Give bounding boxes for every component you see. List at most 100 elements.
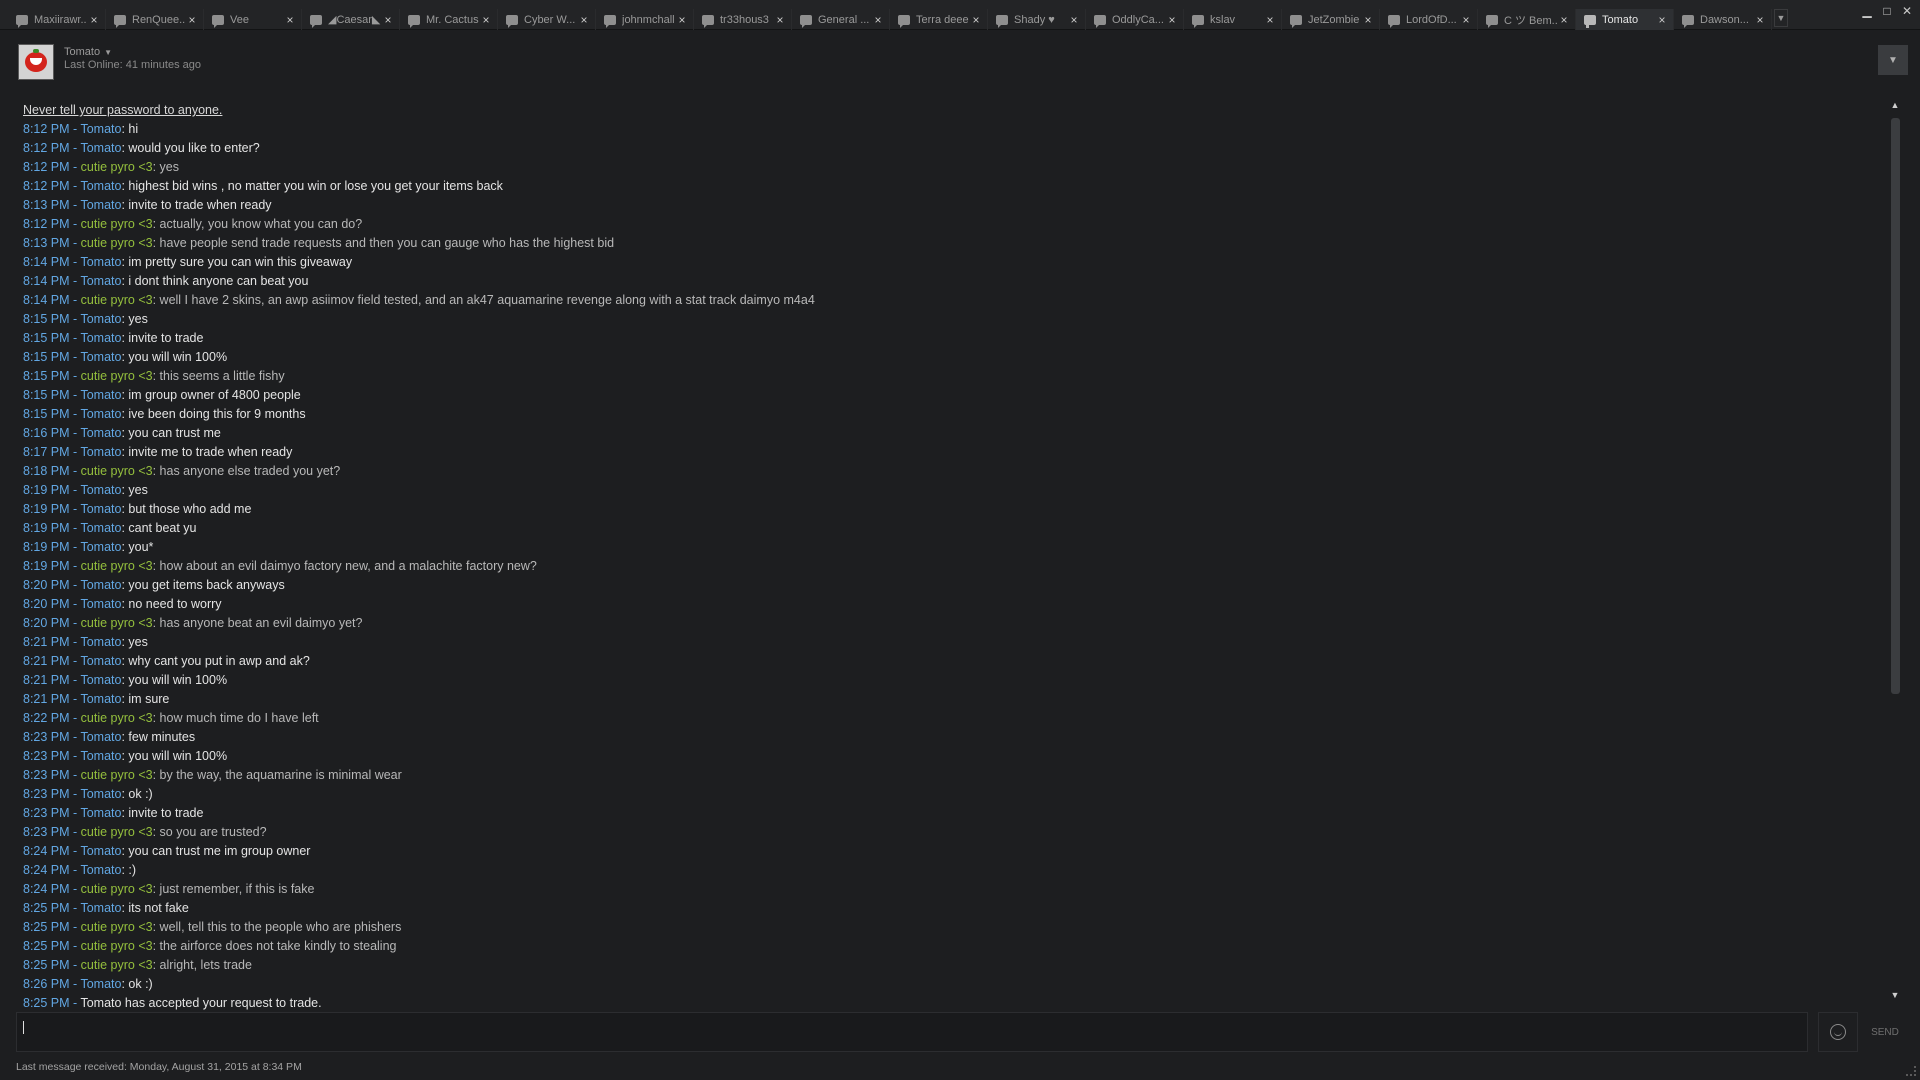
close-tab-icon[interactable]: × bbox=[871, 13, 885, 27]
close-tab-icon[interactable]: × bbox=[1459, 13, 1473, 27]
chat-message: 8:12 PM - cutie pyro <3: yes bbox=[23, 158, 1883, 177]
tab-14[interactable]: LordOfD... × bbox=[1380, 9, 1478, 30]
message-sender[interactable]: cutie pyro <3 bbox=[81, 882, 153, 896]
close-tab-icon[interactable]: × bbox=[1165, 13, 1179, 27]
message-sender[interactable]: Tomato bbox=[80, 274, 121, 288]
tab-16[interactable]: Tomato × bbox=[1576, 9, 1674, 30]
tab-9[interactable]: Terra deeer × bbox=[890, 9, 988, 30]
message-sender[interactable]: Tomato bbox=[80, 692, 121, 706]
message-sender[interactable]: Tomato bbox=[80, 521, 121, 535]
message-sender[interactable]: Tomato bbox=[80, 388, 121, 402]
message-sender[interactable]: cutie pyro <3 bbox=[81, 825, 153, 839]
message-sender[interactable]: Tomato bbox=[80, 977, 121, 991]
message-sender[interactable]: Tomato bbox=[80, 141, 121, 155]
message-sender[interactable]: cutie pyro <3 bbox=[81, 958, 153, 972]
message-sender[interactable]: Tomato bbox=[80, 445, 121, 459]
tab-4[interactable]: Mr. Cactus × bbox=[400, 9, 498, 30]
close-tab-icon[interactable]: × bbox=[87, 13, 101, 27]
tab-6[interactable]: johnmchall × bbox=[596, 9, 694, 30]
message-sender[interactable]: Tomato bbox=[80, 901, 121, 915]
message-sender[interactable]: cutie pyro <3 bbox=[81, 768, 153, 782]
message-sender[interactable]: cutie pyro <3 bbox=[81, 236, 153, 250]
close-tab-icon[interactable]: × bbox=[1263, 13, 1277, 27]
tab-12[interactable]: kslav × bbox=[1184, 9, 1282, 30]
close-tab-icon[interactable]: × bbox=[185, 13, 199, 27]
close-tab-icon[interactable]: × bbox=[1753, 13, 1767, 27]
friend-name-dropdown[interactable]: Tomato ▼ bbox=[64, 46, 201, 58]
send-button[interactable]: SEND bbox=[1862, 1012, 1908, 1052]
close-tab-icon[interactable]: × bbox=[381, 13, 395, 27]
close-tab-icon[interactable]: × bbox=[1067, 13, 1081, 27]
message-sender[interactable]: Tomato bbox=[80, 673, 121, 687]
message-sender[interactable]: cutie pyro <3 bbox=[81, 939, 153, 953]
message-sender[interactable]: Tomato bbox=[80, 502, 121, 516]
message-sender[interactable]: Tomato bbox=[80, 749, 121, 763]
message-sender[interactable]: Tomato bbox=[80, 597, 121, 611]
resize-grip-icon[interactable] bbox=[1906, 1066, 1916, 1076]
close-tab-icon[interactable]: × bbox=[1557, 13, 1571, 27]
close-tab-icon[interactable]: × bbox=[1655, 13, 1669, 27]
message-sender[interactable]: Tomato bbox=[80, 122, 121, 136]
message-sender[interactable]: cutie pyro <3 bbox=[81, 160, 153, 174]
tab-5[interactable]: Cyber W... × bbox=[498, 9, 596, 30]
message-sender[interactable]: Tomato bbox=[80, 198, 121, 212]
message-sender[interactable]: cutie pyro <3 bbox=[81, 369, 153, 383]
message-sender[interactable]: Tomato bbox=[80, 331, 121, 345]
message-sender[interactable]: cutie pyro <3 bbox=[81, 920, 153, 934]
close-tab-icon[interactable]: × bbox=[773, 13, 787, 27]
message-input[interactable] bbox=[16, 1012, 1808, 1052]
emoticon-button[interactable] bbox=[1818, 1012, 1858, 1052]
message-sender[interactable]: Tomato bbox=[80, 635, 121, 649]
chat-bubble-icon bbox=[702, 14, 714, 28]
message-sender[interactable]: Tomato bbox=[80, 407, 121, 421]
message-sender[interactable]: cutie pyro <3 bbox=[81, 616, 153, 630]
message-sender[interactable]: Tomato bbox=[80, 312, 121, 326]
tab-15[interactable]: C ツ Bem... × bbox=[1478, 9, 1576, 30]
tab-13[interactable]: JetZombie × bbox=[1282, 9, 1380, 30]
close-tab-icon[interactable]: × bbox=[479, 13, 493, 27]
message-sender[interactable]: cutie pyro <3 bbox=[81, 293, 153, 307]
message-sender[interactable]: Tomato bbox=[80, 540, 121, 554]
close-tab-icon[interactable]: × bbox=[969, 13, 983, 27]
message-sender[interactable]: Tomato bbox=[80, 787, 121, 801]
close-tab-icon[interactable]: × bbox=[1361, 13, 1375, 27]
avatar[interactable] bbox=[18, 44, 54, 80]
message-sender[interactable]: cutie pyro <3 bbox=[81, 711, 153, 725]
tab-11[interactable]: OddlyCa... × bbox=[1086, 9, 1184, 30]
close-window-icon[interactable]: ✕ bbox=[1902, 4, 1912, 18]
maximize-icon[interactable]: □ bbox=[1882, 4, 1892, 18]
close-tab-icon[interactable]: × bbox=[577, 13, 591, 27]
close-tab-icon[interactable]: × bbox=[283, 13, 297, 27]
scroll-up-icon[interactable]: ▲ bbox=[1888, 98, 1902, 112]
message-sender[interactable]: Tomato bbox=[80, 578, 121, 592]
tab-8[interactable]: General ... × bbox=[792, 9, 890, 30]
scroll-down-icon[interactable]: ▼ bbox=[1888, 988, 1902, 1002]
tab-17[interactable]: Dawson... × bbox=[1674, 9, 1772, 30]
minimize-icon[interactable]: ▁ bbox=[1862, 4, 1872, 18]
tab-overflow-dropdown-icon[interactable]: ▼ bbox=[1774, 9, 1788, 27]
message-sender[interactable]: cutie pyro <3 bbox=[81, 559, 153, 573]
message-sender[interactable]: Tomato bbox=[80, 806, 121, 820]
message-sender[interactable]: Tomato bbox=[80, 483, 121, 497]
message-sender[interactable]: Tomato bbox=[80, 426, 121, 440]
chat-scrollbar[interactable]: ▲ ▼ bbox=[1888, 98, 1902, 1002]
message-sender[interactable]: Tomato bbox=[80, 350, 121, 364]
message-sender[interactable]: Tomato bbox=[80, 179, 121, 193]
tab-10[interactable]: Shady ♥ × bbox=[988, 9, 1086, 30]
header-menu-button[interactable]: ▼ bbox=[1878, 45, 1908, 75]
message-sender[interactable]: Tomato bbox=[80, 863, 121, 877]
message-sender[interactable]: Tomato bbox=[80, 730, 121, 744]
message-sender[interactable]: Tomato bbox=[80, 844, 121, 858]
tab-1[interactable]: RenQuee... × bbox=[106, 9, 204, 30]
message-sender[interactable]: Tomato bbox=[80, 654, 121, 668]
tab-2[interactable]: Vee × bbox=[204, 9, 302, 30]
message-sender[interactable]: cutie pyro <3 bbox=[81, 464, 153, 478]
message-sender[interactable]: Tomato bbox=[80, 255, 121, 269]
message-text: why cant you put in awp and ak? bbox=[128, 654, 310, 668]
tab-3[interactable]: ◢Caesar◣ × bbox=[302, 9, 400, 30]
tab-7[interactable]: tr33hous3 × bbox=[694, 9, 792, 30]
tab-0[interactable]: Maxiirawr... × bbox=[8, 9, 106, 30]
scroll-thumb[interactable] bbox=[1891, 118, 1900, 694]
message-sender[interactable]: cutie pyro <3 bbox=[81, 217, 153, 231]
close-tab-icon[interactable]: × bbox=[675, 13, 689, 27]
